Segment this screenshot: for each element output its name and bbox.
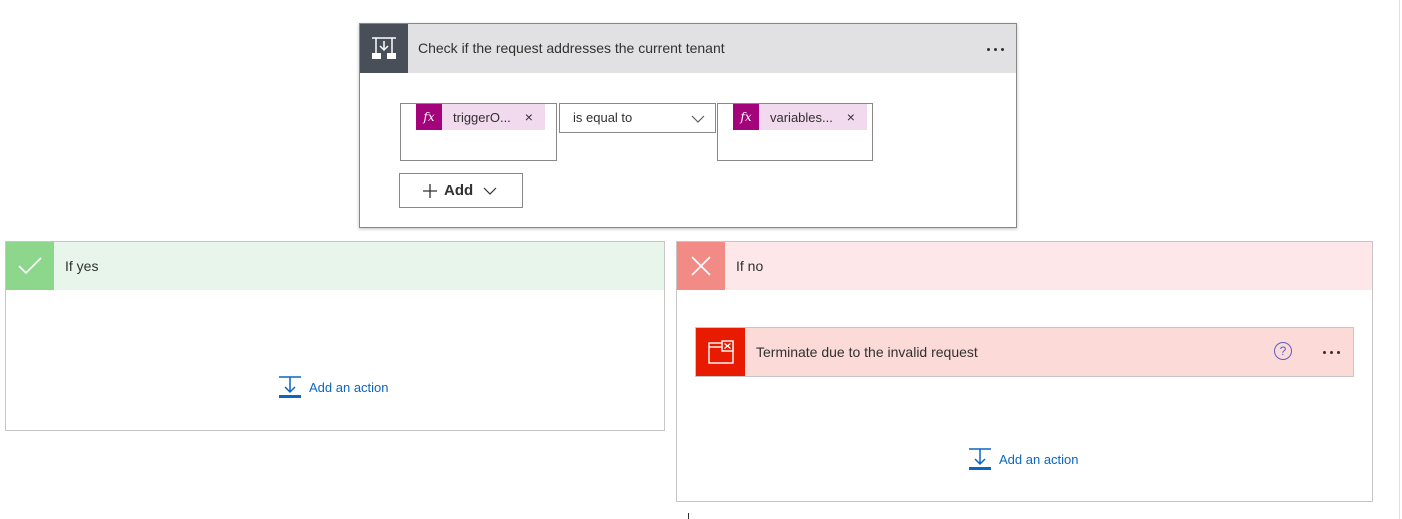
left-token-label: triggerO... [453, 109, 511, 125]
right-token-label: variables... [770, 109, 833, 125]
operator-dropdown[interactable]: is equal to [559, 103, 716, 133]
add-button-label: Add [444, 182, 474, 199]
dot-icon [1000, 47, 1004, 51]
add-an-action-link[interactable]: Add an action [968, 447, 1079, 471]
add-condition-button[interactable]: Add [399, 173, 523, 208]
checkmark-icon [6, 242, 54, 290]
add-an-action-link[interactable]: Add an action [278, 375, 389, 399]
fx-icon: fx [416, 104, 442, 130]
canvas-right-border [1399, 0, 1400, 519]
if-yes-header[interactable]: If yes [6, 242, 664, 290]
if-yes-branch: If yes Add an action [5, 241, 665, 431]
dot-icon [1329, 350, 1333, 354]
add-action-icon [278, 375, 302, 399]
dot-icon [1336, 350, 1340, 354]
add-an-action-label: Add an action [309, 379, 389, 395]
if-yes-title: If yes [65, 258, 99, 274]
plus-icon [422, 183, 438, 199]
if-no-title: If no [736, 258, 764, 274]
chevron-down-icon [483, 186, 497, 196]
help-icon[interactable]: ? [1274, 342, 1292, 360]
dot-icon [1322, 350, 1326, 354]
terminate-action-card[interactable]: Terminate due to the invalid request ? [695, 327, 1354, 377]
if-no-branch: If no Terminate due to the invalid reque… [676, 241, 1373, 502]
right-operand-field[interactable]: fx variables... × [717, 103, 873, 161]
add-action-icon [968, 447, 992, 471]
add-an-action-label: Add an action [999, 451, 1079, 467]
dot-icon [993, 47, 997, 51]
condition-more-options-button[interactable] [980, 37, 1010, 61]
close-icon [677, 242, 725, 290]
dot-icon [986, 47, 990, 51]
if-no-header[interactable]: If no [677, 242, 1372, 290]
fx-icon: fx [733, 104, 759, 130]
chevron-down-icon [691, 112, 705, 127]
flow-connector-line [688, 513, 689, 519]
right-expression-token[interactable]: fx variables... × [733, 104, 867, 130]
remove-left-token-button[interactable]: × [521, 104, 537, 130]
condition-card: Check if the request addresses the curre… [359, 23, 1017, 228]
terminate-more-options-button[interactable] [1316, 340, 1346, 364]
condition-icon [360, 24, 408, 73]
terminate-action-title: Terminate due to the invalid request [756, 344, 978, 360]
left-expression-token[interactable]: fx triggerO... × [416, 104, 545, 130]
terminate-icon [696, 328, 745, 376]
condition-header[interactable]: Check if the request addresses the curre… [360, 24, 1016, 73]
left-operand-field[interactable]: fx triggerO... × [400, 103, 557, 161]
condition-title: Check if the request addresses the curre… [418, 40, 725, 56]
operator-selected-value: is equal to [573, 110, 633, 125]
remove-right-token-button[interactable]: × [843, 104, 859, 130]
